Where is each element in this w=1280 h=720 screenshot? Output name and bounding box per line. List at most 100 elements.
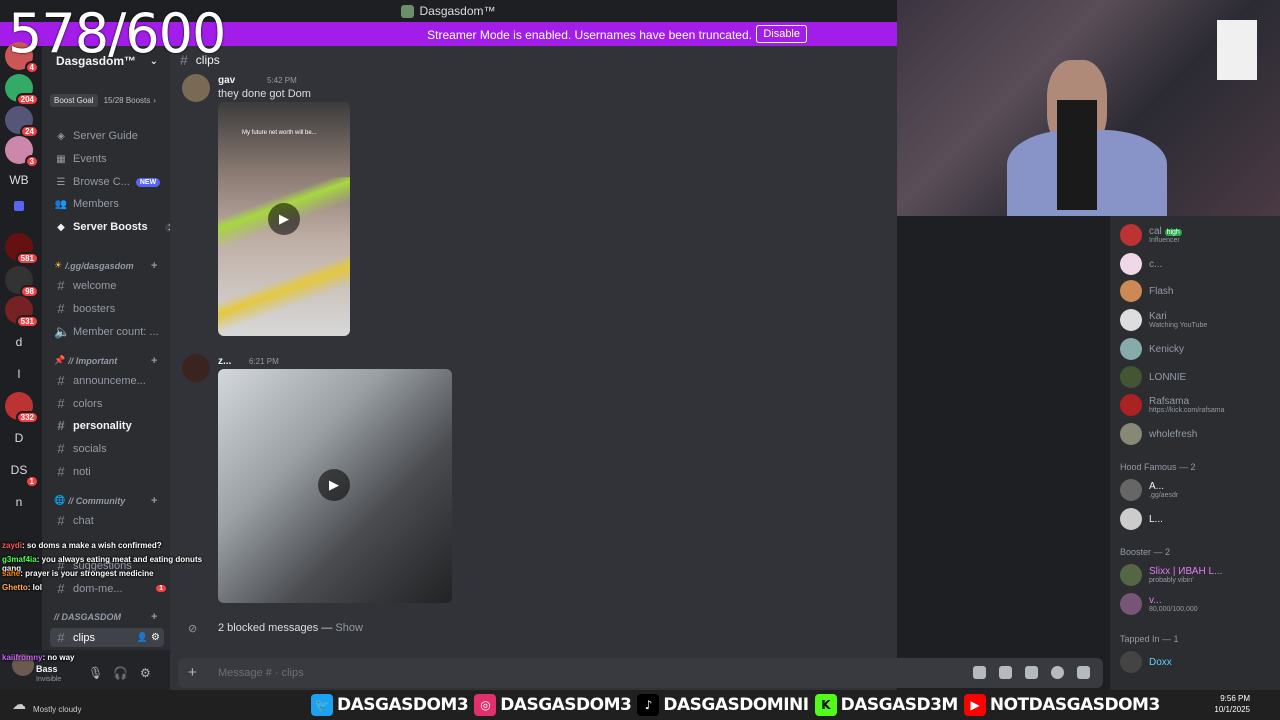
- gif-icon[interactable]: [999, 666, 1012, 679]
- member-item[interactable]: Flash: [1120, 280, 1173, 302]
- avatar: [1120, 564, 1142, 586]
- message-timestamp: 5:42 PM: [267, 76, 297, 85]
- message-input[interactable]: Message # · clips: [218, 667, 304, 679]
- weather-text: Mostly cloudy: [33, 705, 82, 714]
- play-icon[interactable]: ▶: [268, 203, 300, 235]
- emoji-icon[interactable]: [1051, 666, 1064, 679]
- boost-progress-text: 15/28 Boosts: [103, 95, 151, 105]
- member-item[interactable]: Slixx | ИВАН L... probably vibin': [1120, 564, 1222, 586]
- member-section-header: Booster — 2: [1120, 547, 1171, 557]
- avatar[interactable]: [182, 74, 210, 102]
- sidebar-item-server-guide[interactable]: ◈ Server Guide: [54, 130, 138, 142]
- sticker-icon[interactable]: [1025, 666, 1038, 679]
- add-channel-icon[interactable]: +: [151, 260, 157, 272]
- message-text: they done got Dom: [218, 88, 311, 100]
- avatar: [1120, 479, 1142, 501]
- instagram-icon: ◎: [474, 694, 497, 716]
- member-item[interactable]: c...: [1120, 253, 1162, 275]
- video-overlay-graphic: [218, 177, 350, 336]
- clock-date: 10/1/2025: [1214, 705, 1250, 714]
- server-icon[interactable]: 531: [5, 296, 39, 328]
- hash-icon: #: [57, 278, 65, 293]
- webcam-overlay: [897, 0, 1280, 216]
- hash-icon: #: [57, 513, 65, 528]
- chat-line: kaiifromny: no way: [2, 653, 75, 662]
- server-icon[interactable]: DS 1: [5, 456, 39, 488]
- system-clock[interactable]: 9:56 PM 10/1/2025: [1214, 693, 1250, 715]
- category-header[interactable]: 📌// Important +: [54, 355, 157, 367]
- member-list: cal high Influencer c... Flash Kari Watchi…: [1110, 216, 1280, 690]
- folder-icon[interactable]: [14, 201, 24, 211]
- server-icon[interactable]: n: [5, 488, 33, 516]
- member-item[interactable]: cal high Influencer: [1120, 224, 1182, 246]
- channel-boosters[interactable]: # boosters: [54, 301, 164, 316]
- member-item[interactable]: Kenicky: [1120, 338, 1184, 360]
- channel-personality[interactable]: # personality: [54, 418, 164, 433]
- channel-colors[interactable]: # colors: [54, 396, 164, 411]
- message-author[interactable]: gav: [218, 75, 235, 86]
- sidebar-item-browse-channels[interactable]: ☰ Browse C... NEW: [54, 176, 161, 188]
- avatar: [1120, 253, 1142, 275]
- avatar[interactable]: [182, 354, 210, 382]
- channel-welcome[interactable]: # welcome: [54, 278, 164, 293]
- boost-goal-label: Boost Goal: [50, 93, 98, 107]
- server-icon[interactable]: 3: [5, 136, 39, 168]
- member-item[interactable]: Rafsama https://kick.com/rafsama: [1120, 394, 1224, 416]
- video-attachment[interactable]: My future net worth will be... ▶: [218, 102, 350, 336]
- member-section-header: Tapped In — 1: [1120, 634, 1179, 644]
- message-composer[interactable]: + Message # · clips: [178, 658, 1103, 688]
- avatar: [1120, 423, 1142, 445]
- member-item[interactable]: wholefresh: [1120, 423, 1197, 445]
- sun-icon: ☀: [54, 260, 63, 270]
- sidebar-item-members[interactable]: 👥 Members: [54, 198, 119, 210]
- compass-icon: ◈: [57, 130, 65, 142]
- apps-icon[interactable]: [1077, 666, 1090, 679]
- add-channel-icon[interactable]: +: [151, 495, 157, 507]
- channel-chat[interactable]: # chat: [54, 513, 164, 528]
- member-item[interactable]: LONNIE: [1120, 366, 1186, 388]
- show-blocked-button[interactable]: Show: [335, 622, 363, 634]
- category-header[interactable]: 🌐// Community +: [54, 495, 157, 507]
- play-icon[interactable]: ▶: [318, 469, 350, 501]
- add-channel-icon[interactable]: +: [151, 355, 157, 367]
- sidebar-item-server-boosts[interactable]: ◆Server Boosts1: [54, 221, 176, 233]
- taskbar: ☁ Mostly cloudy 🐦 DASGASDOM3 ◎ DASGASDOM3 …: [0, 690, 1280, 720]
- channel-announcements[interactable]: # announceme...: [54, 373, 164, 388]
- member-item[interactable]: A... .gg/aesdr: [1120, 479, 1178, 501]
- server-icon[interactable]: l: [5, 360, 33, 388]
- video-attachment[interactable]: ▶: [218, 369, 452, 603]
- server-icon[interactable]: 581: [5, 233, 39, 265]
- message-timestamp: 6:21 PM: [249, 357, 279, 366]
- server-icon[interactable]: D: [5, 424, 33, 452]
- disable-streamer-mode-button[interactable]: Disable: [756, 25, 807, 43]
- tiktok-icon: ♪: [637, 694, 660, 716]
- avatar: [1120, 338, 1142, 360]
- member-item[interactable]: v... 80,000/100,000: [1120, 593, 1198, 615]
- server-icon[interactable]: d: [5, 328, 33, 356]
- channel-member-count[interactable]: 🔈 Member count: ...: [54, 324, 164, 340]
- member-item[interactable]: Kari Watching YouTube: [1120, 309, 1207, 331]
- hash-icon: #: [57, 373, 65, 388]
- avatar: [1120, 280, 1142, 302]
- avatar: [1120, 394, 1142, 416]
- member-item[interactable]: Doxx: [1120, 651, 1172, 673]
- category-header[interactable]: ☀/.gg/dasgasdom +: [54, 260, 157, 272]
- microphone: [1057, 100, 1097, 210]
- gift-icon[interactable]: [973, 666, 986, 679]
- channel-noti[interactable]: # noti: [54, 464, 164, 479]
- server-icon[interactable]: 98: [5, 266, 39, 298]
- stream-chat-overlay: zaydi: so doms a make a wish confirmed? …: [0, 540, 210, 690]
- boost-goal-bar[interactable]: Boost Goal 15/28 Boosts ›: [50, 93, 156, 107]
- boost-icon: ◆: [57, 221, 65, 233]
- channel-socials[interactable]: # socials: [54, 441, 164, 456]
- message-author[interactable]: z...: [218, 356, 231, 367]
- server-icon[interactable]: WB: [5, 166, 33, 194]
- sidebar-item-events[interactable]: ▦ Events: [54, 153, 106, 165]
- wall-shirt: [1217, 20, 1257, 80]
- server-icon[interactable]: 332: [5, 392, 39, 424]
- youtube-icon: ▶: [963, 694, 986, 716]
- server-icon[interactable]: 204: [5, 74, 39, 106]
- member-item[interactable]: L...: [1120, 508, 1163, 530]
- chevron-right-icon: ›: [153, 95, 156, 105]
- server-icon[interactable]: 24: [5, 106, 39, 138]
